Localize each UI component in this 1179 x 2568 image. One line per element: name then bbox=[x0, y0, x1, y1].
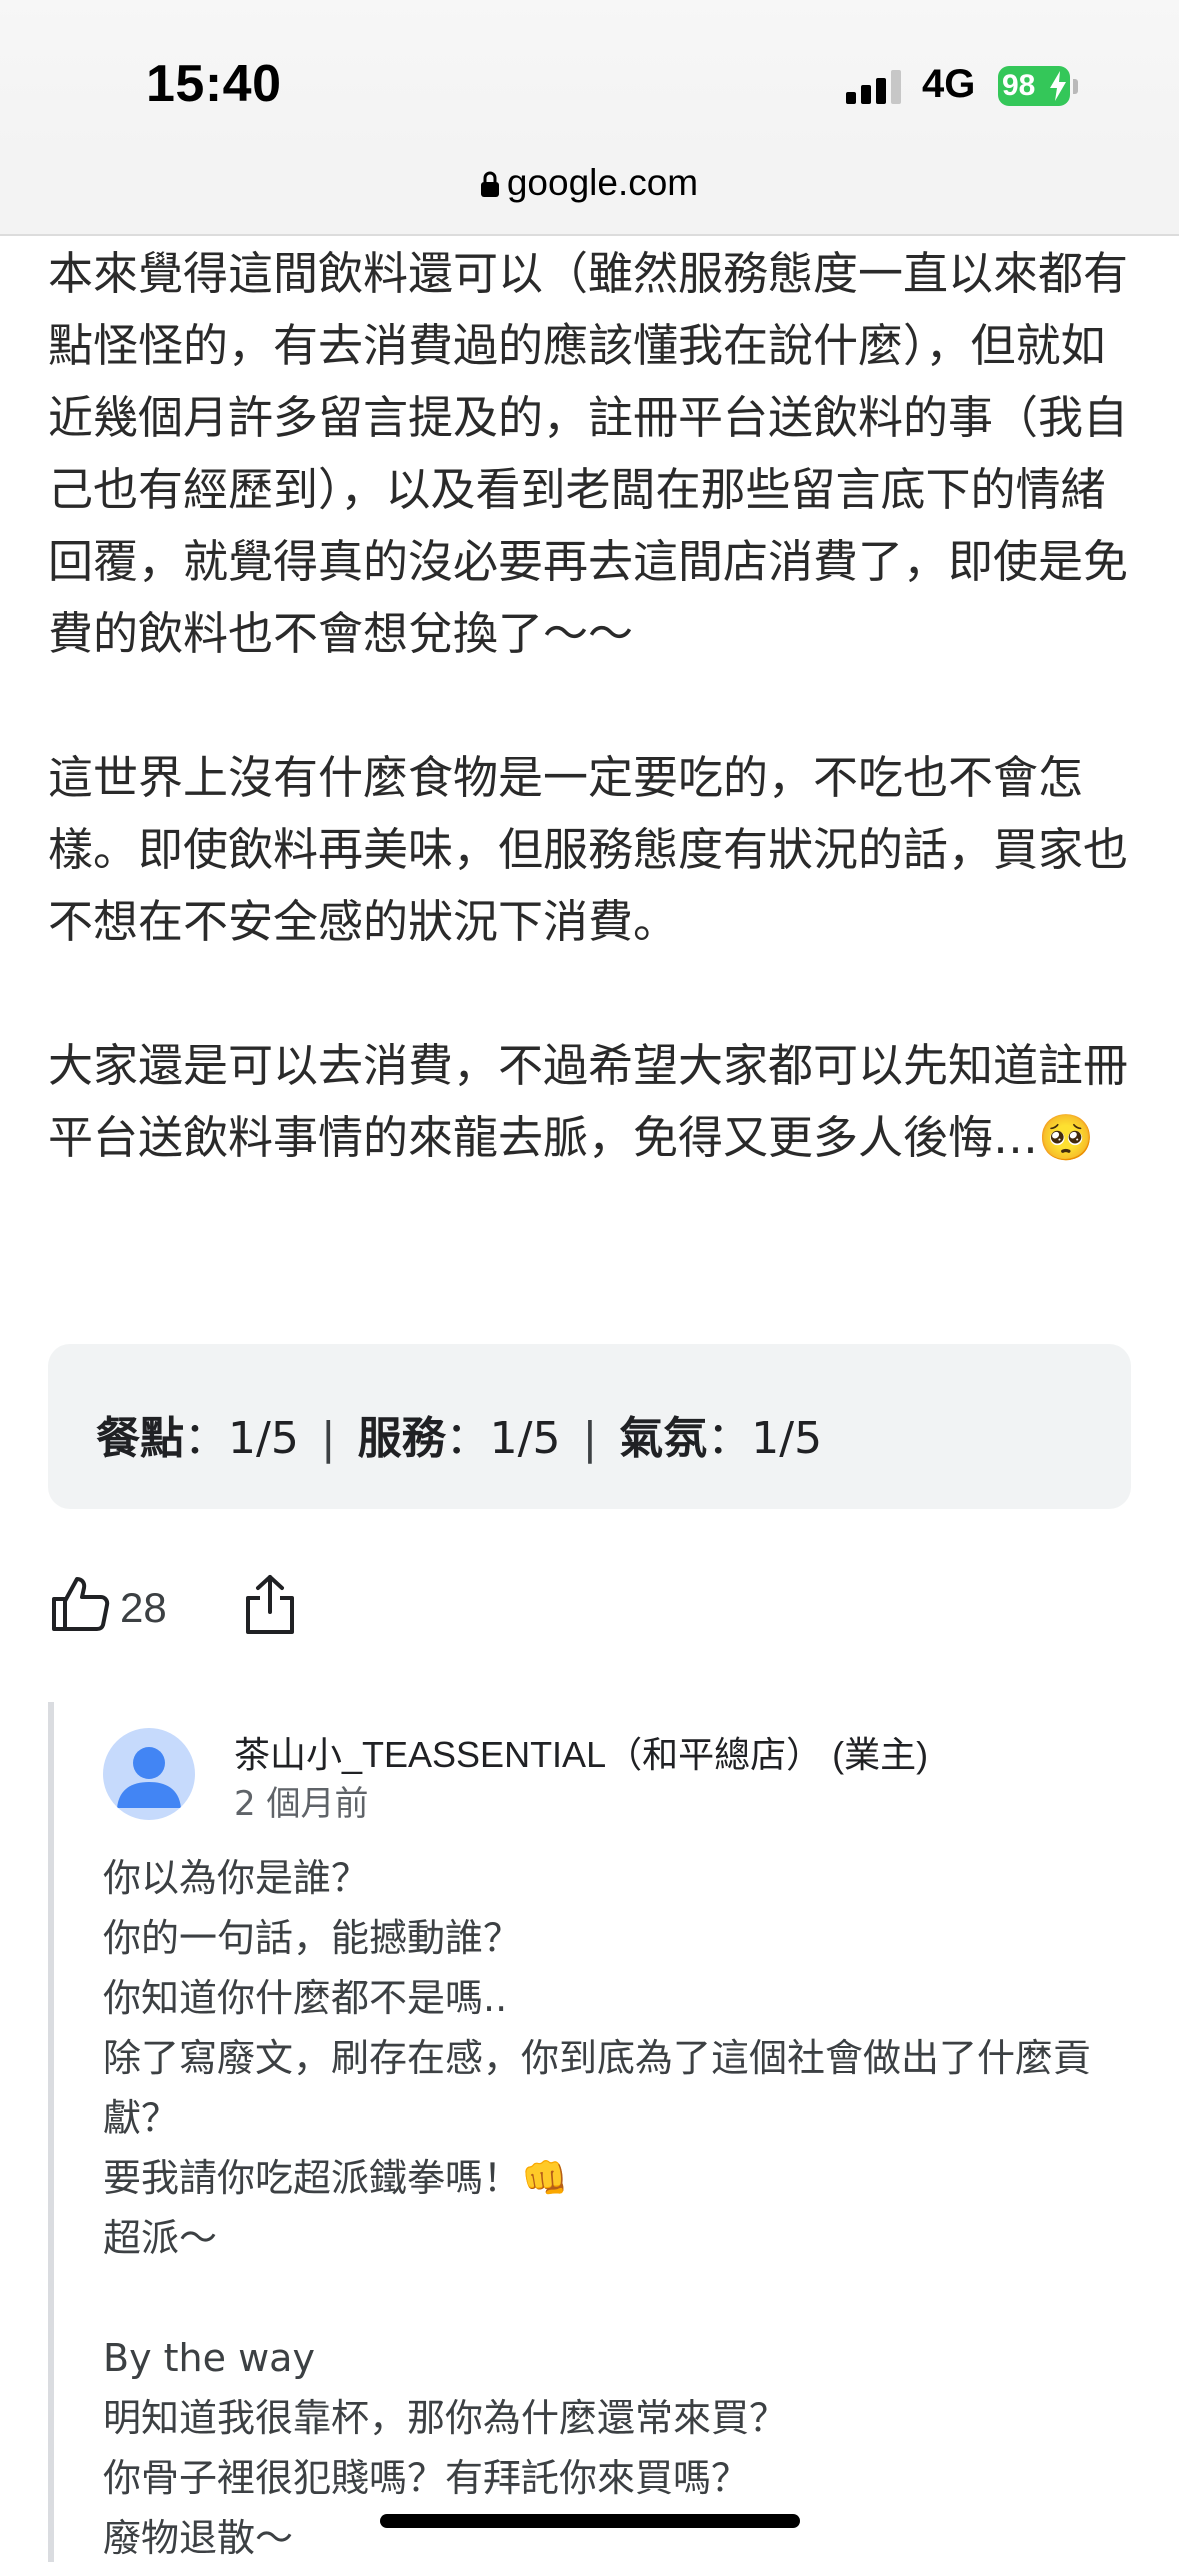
charging-bolt-icon bbox=[1050, 71, 1066, 101]
network-type: 4G bbox=[922, 62, 976, 106]
signal-icon bbox=[846, 70, 901, 104]
person-icon bbox=[117, 1747, 181, 1808]
owner-avatar[interactable] bbox=[103, 1728, 195, 1820]
food-rating-value: ：1/5 bbox=[184, 1413, 299, 1464]
food-rating-label: 餐點 bbox=[96, 1413, 184, 1464]
battery-tip bbox=[1073, 79, 1078, 94]
atmosphere-rating-label: 氣氛 bbox=[619, 1413, 708, 1464]
share-icon[interactable] bbox=[244, 1574, 296, 1636]
status-bar: 15:40 4G 98 bbox=[0, 0, 1179, 150]
url-domain: google.com bbox=[506, 162, 699, 203]
owner-reply-time: 2 個月前 bbox=[234, 1784, 369, 1824]
review-body: 本來覺得這間飲料還可以（雖然服務態度一直以來都有點怪怪的，有去消費過的應該懂我在… bbox=[48, 247, 1129, 1164]
rating-summary: 餐點：1/5 | 服務：1/5 | 氣氛：1/5 bbox=[48, 1344, 1131, 1509]
like-count: 28 bbox=[120, 1584, 167, 1631]
service-rating-value: ：1/5 bbox=[445, 1413, 561, 1464]
battery-level: 98 bbox=[1002, 69, 1036, 102]
owner-reply-body: 你以為你是誰？ 你的一句話，能撼動誰？ 你知道你什麼都不是嗎.. 除了寫廢文，刷… bbox=[103, 1856, 1092, 2560]
reply-indent-bar bbox=[48, 1702, 54, 2562]
home-indicator[interactable] bbox=[380, 2514, 800, 2528]
service-rating-label: 服務 bbox=[357, 1413, 446, 1464]
owner-name: 茶山小_TEASSENTIAL（和平總店） (業主) bbox=[234, 1734, 929, 1775]
battery-icon: 98 bbox=[998, 66, 1070, 106]
url-display[interactable]: google.com bbox=[0, 162, 1179, 204]
thumbs-up-icon[interactable] bbox=[50, 1575, 110, 1633]
rating-line: 餐點：1/5 | 服務：1/5 | 氣氛：1/5 bbox=[96, 1402, 822, 1466]
atmosphere-rating-value: ：1/5 bbox=[707, 1413, 823, 1464]
rating-separator: | bbox=[582, 1413, 598, 1464]
rating-separator: | bbox=[320, 1413, 336, 1464]
url-bar[interactable]: google.com bbox=[0, 150, 1179, 236]
lock-icon bbox=[480, 171, 499, 197]
status-time: 15:40 bbox=[146, 55, 282, 113]
